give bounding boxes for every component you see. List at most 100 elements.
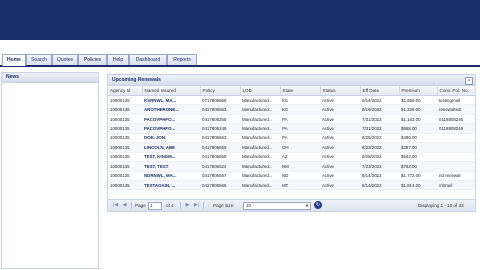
table-row[interactable]: 10000135 PACOVPHFO... 0417806249 Manufactur… <box>108 123 475 134</box>
cell-premium: $1,228.00 <box>399 104 437 115</box>
cell-agency-id: 10000135 <box>108 142 142 153</box>
cell-status: Active <box>320 142 360 153</box>
cell-state: AZ <box>280 152 320 163</box>
cell-agency-id: 10000135 <box>108 171 142 181</box>
cell-agency-id: 10000135 <box>108 123 142 134</box>
pager-divider <box>131 202 132 209</box>
cell-lob: Manufactured... <box>240 95 280 106</box>
table-row[interactable]: 10000135 TESTAGAIN, ... 0417806565 Manufact… <box>108 180 475 191</box>
page-size-select[interactable]: 10 ▼ <box>243 202 311 210</box>
cell-named-insured[interactable]: LINCOLN, ABE <box>142 142 200 153</box>
cell-premium: $496.00 <box>399 133 437 144</box>
column-header-named-insured[interactable]: Named Insured <box>142 86 201 96</box>
column-header-policy[interactable]: Policy <box>200 86 241 96</box>
cell-named-insured[interactable]: DOE, JON <box>142 133 200 144</box>
cell-agency-id: 10000135 <box>108 104 142 115</box>
cell-named-insured[interactable]: TEST, KINGM... <box>142 152 200 163</box>
first-page-icon[interactable]: |◀ <box>112 202 119 209</box>
table-header-row: Agency Id Named Insured Policy LOB State… <box>108 86 476 96</box>
renewals-title: Upcoming Renewals <box>112 77 161 83</box>
page-number-input[interactable]: 1 <box>148 202 162 210</box>
cell-status: Active <box>320 171 360 181</box>
cell-conv-pol-no <box>437 161 475 172</box>
cell-lob: Manufactured... <box>240 133 280 144</box>
cell-policy: 0417806663 <box>200 133 240 144</box>
tab-dashboard[interactable]: Dashboard <box>129 54 167 65</box>
last-page-icon[interactable]: ▶| <box>193 202 200 209</box>
cell-premium: $1,163.00 <box>399 114 437 125</box>
prev-page-icon[interactable]: ◀ <box>121 202 128 209</box>
tab-home[interactable]: Home <box>2 54 26 66</box>
cell-eff-date: 8/23/2022 <box>360 142 399 153</box>
cell-conv-pol-no: 0118808249 <box>437 123 475 134</box>
tab-help[interactable]: Help <box>107 54 129 65</box>
collapse-icon[interactable]: ^ <box>465 77 473 85</box>
cell-named-insured[interactable]: TEST, TEST <box>142 161 200 172</box>
cell-status: Active <box>320 133 360 144</box>
column-header-eff-date[interactable]: Eff Date <box>360 86 400 96</box>
cell-conv-pol-no <box>437 152 475 163</box>
column-header-status[interactable]: Status <box>320 86 361 96</box>
cell-state: ND <box>280 171 320 181</box>
tab-quotes[interactable]: Quotes <box>52 54 78 65</box>
cell-policy: 0417806567 <box>200 171 240 181</box>
cell-policy: 0717806566 <box>200 95 240 106</box>
cell-state: KS <box>280 95 320 106</box>
cell-state: PA <box>280 123 320 134</box>
column-header-lob[interactable]: LOB <box>240 86 281 96</box>
cell-named-insured[interactable]: PACOVPHFO... <box>142 114 200 125</box>
column-header-agency-id[interactable]: Agency Id <box>108 86 143 96</box>
cell-lob: Manufactured... <box>240 114 280 125</box>
cell-lob: Manufactured... <box>240 104 280 115</box>
main-tabs: Home Search Quotes Policies Help Dashboa… <box>0 52 480 67</box>
table-row[interactable]: 10000135 TEST, TEST 0417806524 Manufactured… <box>108 161 475 172</box>
table-row[interactable]: 10000135 DOE, JON 0417806663 Manufactured..… <box>108 133 475 144</box>
tab-reports[interactable]: Reports <box>167 54 197 65</box>
cell-policy: 0417806258 <box>200 114 240 125</box>
cell-conv-pol-no <box>437 142 475 153</box>
next-page-icon[interactable]: ▶ <box>184 202 191 209</box>
cell-lob: Manufactured... <box>240 161 280 172</box>
cell-eff-date: 7/23/2022 <box>360 161 399 172</box>
cell-named-insured[interactable]: NDRNWL, MA... <box>142 171 200 181</box>
renewals-header: Upcoming Renewals ^ <box>108 75 475 86</box>
refresh-icon[interactable]: ↻ <box>314 201 322 209</box>
cell-premium: $357.00 <box>399 142 437 153</box>
cell-status: Active <box>320 152 360 163</box>
table-row[interactable]: 10000135 ANOTHERONE... 0417806563 Manufactu… <box>108 104 475 115</box>
column-header-state[interactable]: State <box>280 86 321 96</box>
table-row[interactable]: 10000135 PACOVPHFO... 0417806258 Manufactur… <box>108 114 475 125</box>
cell-state: NM <box>280 161 320 172</box>
cell-eff-date: 7/31/2022 <box>360 123 399 134</box>
cell-policy: 0417806658 <box>200 152 240 163</box>
table-row[interactable]: 10000135 LINCOLN, ABE 0417806659 Manufactur… <box>108 142 475 153</box>
column-header-conv-pol-no[interactable]: Conv. Pol. No. <box>437 86 476 96</box>
table-row[interactable]: 10000135 NDRNWL, MA... 0417806567 Manufactu… <box>108 171 475 181</box>
pager-divider <box>180 202 181 209</box>
cell-state: KS <box>280 104 320 115</box>
page-size-label: Page size: <box>213 203 235 208</box>
cell-named-insured[interactable]: TESTAGAIN, ... <box>142 180 200 191</box>
displaying-count: Displaying 1 - 10 of 33 <box>418 203 464 208</box>
cell-state: OH <box>280 142 320 153</box>
cell-status: Active <box>320 114 360 125</box>
renewals-table: Agency Id Named Insured Policy LOB State… <box>108 86 476 191</box>
cell-status: Active <box>320 123 360 134</box>
cell-policy: 0417806524 <box>200 161 240 172</box>
chevron-down-icon: ▼ <box>305 203 309 208</box>
pagination-bar: |◀ ◀ Page 1 of 4 ▶ ▶| Page size: 10 ▼ ↻ … <box>108 199 475 211</box>
cell-policy: 0417806659 <box>200 142 240 153</box>
cell-named-insured[interactable]: PACOVPHFO... <box>142 123 200 134</box>
cell-conv-pol-no: testingrnwl <box>437 95 475 106</box>
table-row[interactable]: 10000135 KSRNWL, MA... 0717806566 Manufactu… <box>108 95 475 106</box>
column-header-premium[interactable]: Premium <box>399 86 438 96</box>
cell-lob: Manufactured... <box>240 123 280 134</box>
cell-lob: Manufactured... <box>240 142 280 153</box>
cell-named-insured[interactable]: KSRNWL, MA... <box>142 95 200 106</box>
cell-eff-date: 8/28/2022 <box>360 152 399 163</box>
cell-named-insured[interactable]: ANOTHERONE... <box>142 104 200 115</box>
tab-search[interactable]: Search <box>26 54 52 65</box>
cell-status: Active <box>320 95 360 106</box>
tab-policies[interactable]: Policies <box>78 54 107 65</box>
table-row[interactable]: 10000135 TEST, KINGM... 0417806658 Manufact… <box>108 152 475 163</box>
